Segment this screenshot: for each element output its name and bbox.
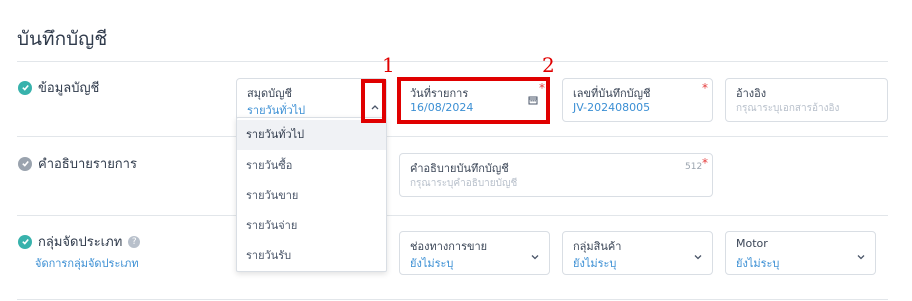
field-label: ช่องทางการขาย [410,240,488,253]
divider [17,215,888,216]
dropdown-option[interactable]: รายวันจ่าย [237,211,386,241]
dropdown-option[interactable]: รายวันซื้อ [237,151,386,181]
marker-label-2: 2 [542,53,555,77]
section-category: กลุ่มจัดประเภท ? [18,231,141,252]
divider [17,136,888,137]
check-circle-icon [18,80,32,95]
divider [17,299,888,300]
highlight-box-1 [361,79,386,123]
field-value: JV-202408005 [573,101,651,114]
reference-field[interactable]: อ้างอิง กรุณาระบุเอกสารอ้างอิง [725,78,888,122]
section-account-info: ข้อมูลบัญชี [18,77,99,98]
check-circle-icon [18,234,32,249]
chevron-down-icon[interactable] [693,252,703,262]
required-mark: * [702,81,708,95]
required-mark: * [702,156,708,170]
field-label: สมุดบัญชี [247,87,292,100]
journal-number-field[interactable]: เลขที่บันทึกบัญชี JV-202408005 * [562,78,713,122]
manage-category-link[interactable]: จัดการกลุ่มจัดประเภท [35,254,139,272]
section-label: ข้อมูลบัญชี [38,81,100,96]
section-label: คำอธิบายรายการ [38,157,137,172]
highlight-box-2 [397,77,550,124]
motor-select[interactable]: Motor ยังไม่ระบุ [725,231,876,275]
dropdown-option[interactable]: รายวันทั่วไป [237,120,386,150]
field-placeholder: กรุณาระบุเอกสารอ้างอิง [736,103,840,114]
question-icon[interactable]: ? [128,235,141,248]
field-value: ยังไม่ระบุ [573,257,617,270]
sales-channel-select[interactable]: ช่องทางการขาย ยังไม่ระบุ [399,231,550,275]
section-description: คำอธิบายรายการ [18,153,137,174]
chevron-down-icon[interactable] [530,252,540,262]
field-label: Motor [736,237,768,250]
divider [17,61,888,62]
dropdown-option[interactable]: รายวันรับ [237,241,386,271]
char-counter: 512 [685,162,703,172]
journal-book-dropdown: รายวันทั่วไป รายวันซื้อ รายวันขาย รายวัน… [236,117,387,272]
chevron-down-icon[interactable] [856,252,866,262]
page-title: บันทึกบัญชี [17,28,108,50]
field-label: กลุ่มสินค้า [573,240,622,253]
check-circle-icon [18,156,32,171]
field-value: ยังไม่ระบุ [736,257,780,270]
marker-label-1: 1 [382,53,395,77]
field-placeholder: กรุณาระบุคำอธิบายบัญชี [410,178,518,189]
field-label: เลขที่บันทึกบัญชี [573,87,651,100]
field-label: คำอธิบายบันทึกบัญชี [410,162,509,175]
dropdown-option[interactable]: รายวันขาย [237,181,386,211]
section-label: กลุ่มจัดประเภท [38,235,123,250]
journal-description-field[interactable]: คำอธิบายบันทึกบัญชี กรุณาระบุคำอธิบายบัญ… [399,153,713,197]
product-group-select[interactable]: กลุ่มสินค้า ยังไม่ระบุ [562,231,713,275]
field-value: ยังไม่ระบุ [410,257,454,270]
field-label: อ้างอิง [736,87,767,100]
